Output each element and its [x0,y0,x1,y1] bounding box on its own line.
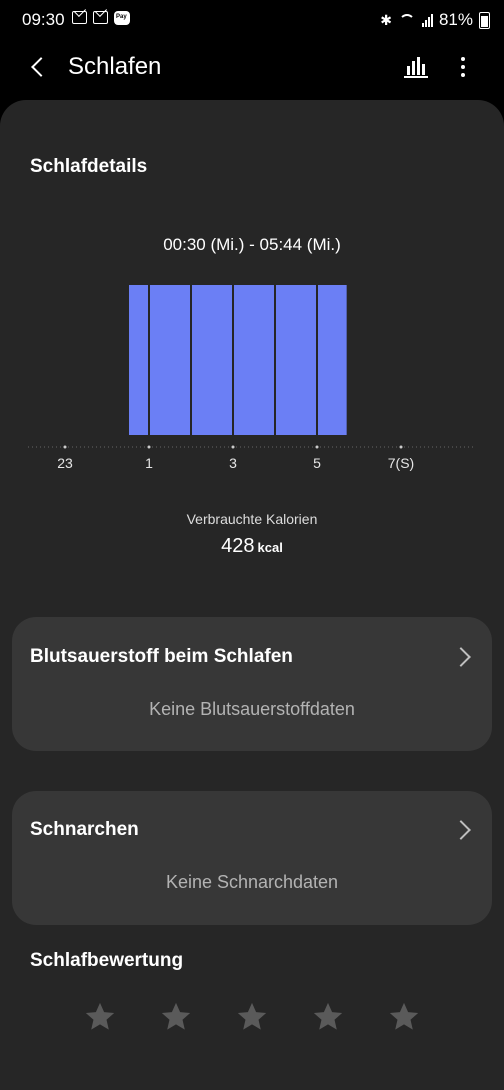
star-icon[interactable] [387,1000,421,1034]
x-tick-mark [63,445,67,449]
sleep-bar-2 [150,285,190,435]
status-bar: 09:30 Pay ✱ 81% [0,0,504,40]
sleep-bar-4 [234,285,274,435]
star-icon[interactable] [83,1000,117,1034]
x-tick-label: 23 [57,455,73,471]
status-time: 09:30 [22,10,65,29]
notification-icons: Pay [72,11,130,25]
snoring-empty-text: Keine Schnarchdaten [165,872,339,892]
star-icon[interactable] [235,1000,269,1034]
x-tick-mark [147,445,151,449]
sleep-rating-title: Schlafbewertung [30,950,184,971]
x-tick-mark [399,445,403,449]
pay-icon: Pay [114,11,130,25]
x-tick-label: 1 [145,455,153,471]
battery-icon [479,11,490,29]
star-icon[interactable] [159,1000,193,1034]
wifi-icon [398,14,416,26]
bar-chart-icon[interactable] [404,54,428,78]
signal-icon [421,13,433,27]
chevron-right-icon [451,647,471,667]
sleep-bar-1 [129,285,148,435]
calories-label: Verbrauchte Kalorien [186,511,318,527]
blood-oxygen-empty-text: Keine Blutsauerstoffdaten [149,699,355,719]
back-arrow-icon[interactable] [26,52,52,82]
sleep-details-title: Schlafdetails [30,156,148,177]
chevron-right-icon [451,820,471,840]
sleep-bar-5 [276,285,316,435]
bluetooth-icon: ✱ [380,11,392,28]
x-tick-mark [315,445,319,449]
pay-icon-label: Pay [116,14,127,20]
star-icon[interactable] [311,1000,345,1034]
calories-unit: kcal [257,540,283,555]
x-tick-label: 7(S) [388,455,414,471]
x-tick-label: 3 [229,455,237,471]
sleep-bar-6 [318,285,347,435]
sleep-chart: 23 1 3 5 7(S) [28,285,476,471]
mail-icon-2 [93,11,108,24]
page-title: Schlafen [68,53,162,80]
battery-percent: 81% [438,10,473,29]
snoring-title: Schnarchen [30,819,139,840]
blood-oxygen-title: Blutsauerstoff beim Schlafen [30,646,293,667]
more-options-icon[interactable] [452,54,472,80]
calories-value: 428 kcal [0,535,504,558]
blood-oxygen-card[interactable]: Blutsauerstoff beim Schlafen Keine Bluts… [12,617,492,751]
x-tick-label: 5 [313,455,321,471]
app-bar: Schlafen [0,40,504,96]
calories-number: 428 [221,535,255,557]
mail-icon [72,11,87,24]
sleep-time-range: 00:30 (Mi.) - 05:44 (Mi.) [163,235,341,254]
snoring-card[interactable]: Schnarchen Keine Schnarchdaten [12,791,492,925]
sleep-bar-3 [192,285,232,435]
x-tick-mark [231,445,235,449]
status-indicators: ✱ 81% [380,10,490,30]
